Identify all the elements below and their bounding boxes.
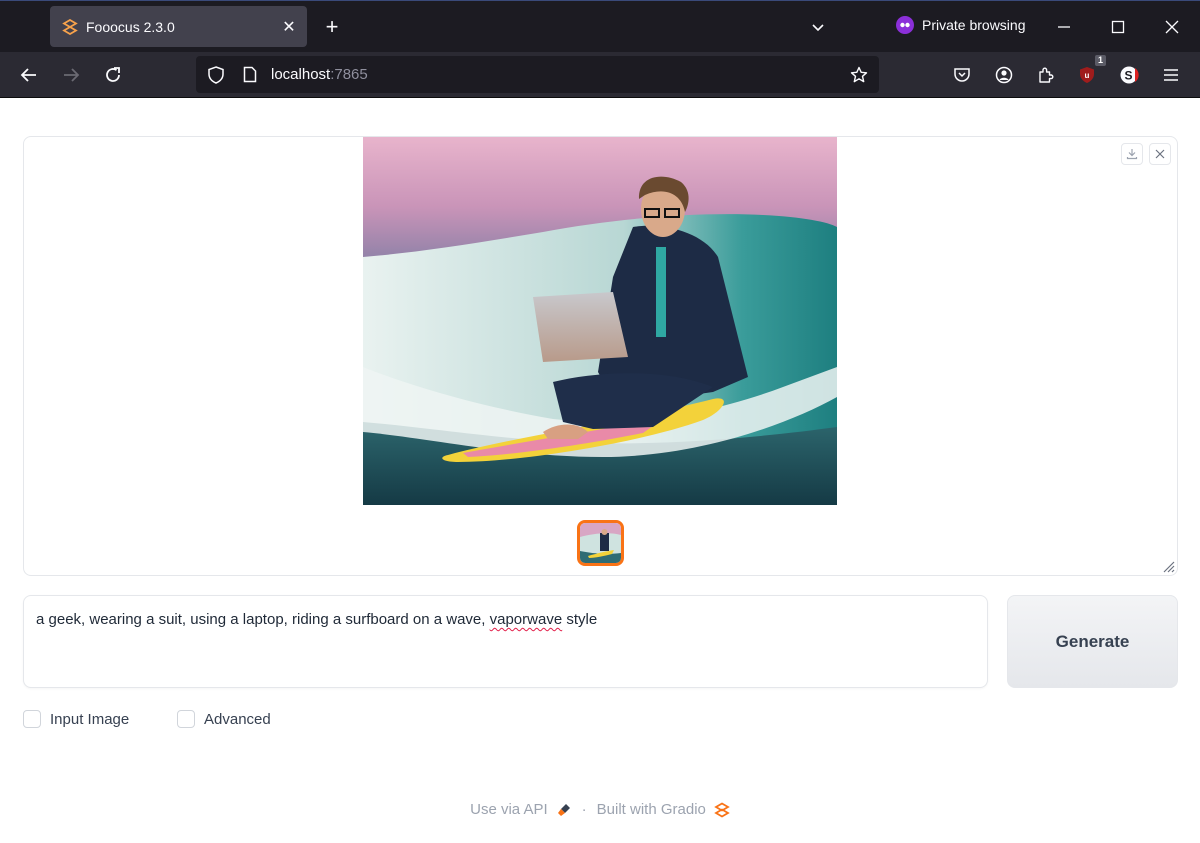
gradio-logo-icon: [62, 18, 78, 35]
svg-text:S: S: [1124, 69, 1132, 83]
private-browsing-indicator: Private browsing: [896, 16, 1026, 34]
close-window-button[interactable]: [1158, 13, 1186, 41]
resize-handle[interactable]: [1159, 557, 1175, 573]
gallery-thumbnail[interactable]: [577, 520, 624, 566]
tab-list-chevron-icon[interactable]: [806, 15, 830, 39]
prompt-text-part: a geek, wearing a suit, using a laptop, …: [36, 611, 490, 628]
footer-separator: ·: [581, 801, 587, 818]
misspelled-word[interactable]: vaporwave: [490, 611, 563, 628]
built-with-gradio-label: Built with Gradio: [596, 801, 706, 818]
browser-navbar: localhost:7865 u 1 S: [0, 52, 1200, 98]
tracking-protection-icon[interactable]: [204, 63, 228, 87]
checkbox[interactable]: [23, 710, 41, 728]
checkbox-label: Advanced: [204, 710, 271, 728]
image-gallery: [23, 136, 1178, 576]
svg-text:u: u: [1085, 71, 1090, 80]
use-via-api-label: Use via API: [470, 801, 548, 818]
arrow-right-icon[interactable]: [57, 61, 85, 89]
generated-image[interactable]: [363, 137, 837, 505]
private-browsing-label: Private browsing: [922, 17, 1026, 33]
url-host: localhost: [271, 66, 331, 83]
prompt-text[interactable]: a geek, wearing a suit, using a laptop, …: [36, 609, 975, 631]
checkbox[interactable]: [177, 710, 195, 728]
laptop: [533, 292, 628, 362]
generate-button[interactable]: Generate: [1007, 595, 1178, 688]
browser-tab[interactable]: Fooocus 2.3.0 ✕: [50, 6, 307, 47]
private-mask-icon: [896, 16, 914, 34]
page-content: a geek, wearing a suit, using a laptop, …: [0, 99, 1200, 843]
use-via-api-link[interactable]: Use via API: [470, 801, 572, 818]
built-with-gradio-link[interactable]: Built with Gradio: [597, 801, 730, 818]
advanced-checkbox[interactable]: Advanced: [177, 710, 271, 728]
reload-icon[interactable]: [99, 61, 127, 89]
pocket-icon[interactable]: [948, 61, 976, 89]
page-icon[interactable]: [238, 63, 262, 87]
footer: Use via API · Built with Gradio: [0, 801, 1200, 818]
rocket-icon: [556, 802, 572, 818]
star-icon[interactable]: [847, 63, 871, 87]
minimize-button[interactable]: [1050, 13, 1078, 41]
maximize-button[interactable]: [1104, 13, 1132, 41]
new-tab-button[interactable]: +: [318, 13, 346, 41]
download-button[interactable]: [1121, 143, 1143, 165]
account-icon[interactable]: [990, 61, 1018, 89]
s-extension-icon[interactable]: S: [1115, 61, 1143, 89]
download-icon: [1126, 149, 1138, 160]
clear-gallery-button[interactable]: [1149, 143, 1171, 165]
puzzle-icon[interactable]: [1032, 61, 1060, 89]
prompt-text-part: style: [562, 611, 598, 628]
url-bar[interactable]: localhost:7865: [196, 56, 879, 93]
ublock-icon[interactable]: u 1: [1073, 55, 1106, 89]
extension-badge: 1: [1094, 55, 1106, 66]
input-image-checkbox[interactable]: Input Image: [23, 710, 129, 728]
gradio-logo-icon: [714, 801, 730, 818]
url-port: :7865: [330, 66, 368, 83]
close-icon: [1155, 149, 1165, 159]
tab-title: Fooocus 2.3.0: [86, 18, 175, 35]
browser-titlebar: Fooocus 2.3.0 ✕ + Private browsing: [0, 0, 1200, 52]
checkbox-label: Input Image: [50, 710, 130, 728]
hamburger-menu-icon[interactable]: [1157, 61, 1185, 89]
close-tab-icon[interactable]: ✕: [277, 15, 301, 39]
tie: [656, 247, 666, 337]
prompt-input[interactable]: a geek, wearing a suit, using a laptop, …: [23, 595, 988, 688]
arrow-left-icon[interactable]: [15, 61, 43, 89]
